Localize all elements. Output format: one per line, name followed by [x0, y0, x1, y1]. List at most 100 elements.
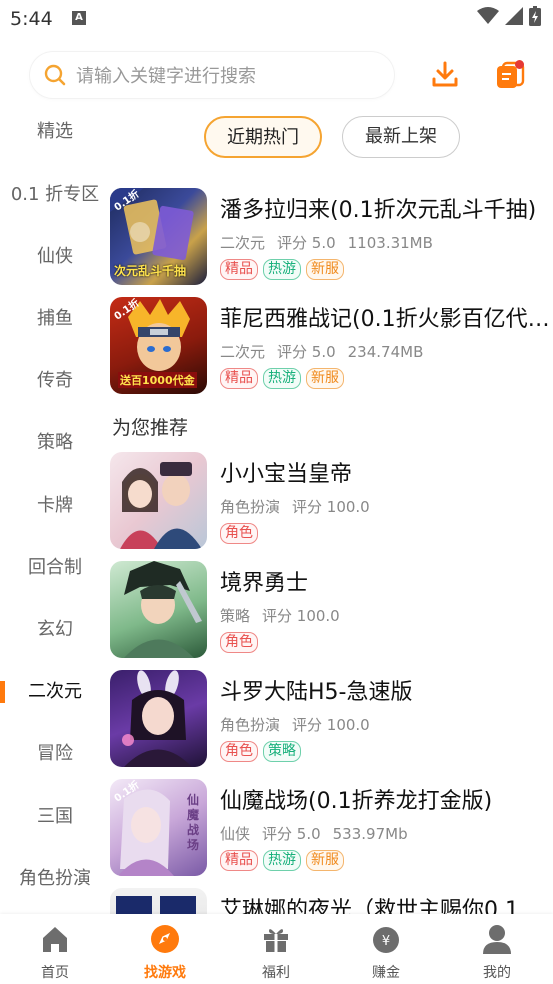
tag-badge: 精品	[220, 850, 258, 871]
game-meta: 仙侠 评分 5.0 533.97Mb	[220, 823, 420, 844]
game-size: 1103.31MB	[347, 234, 433, 252]
system-icons	[477, 6, 541, 26]
tag-badge: 热游	[263, 259, 301, 280]
bottom-nav-find-games[interactable]: 找游戏	[110, 914, 220, 984]
game-size: 234.74MB	[347, 343, 424, 361]
game-item[interactable]: 艾琳娜的夜光（救世主赐你0.1折）	[110, 888, 550, 914]
game-title: 潘多拉归来(0.1折次元乱斗千抽)	[220, 198, 537, 223]
left-nav-item[interactable]: 精选	[0, 112, 110, 152]
wifi-icon	[477, 7, 499, 24]
search-icon	[44, 64, 66, 86]
thumbnail-caption: 次元乱斗千抽	[114, 264, 187, 278]
search-input[interactable]: 请输入关键字进行搜索	[30, 52, 394, 98]
game-thumbnail	[110, 452, 207, 549]
tag-badge: 角色	[220, 741, 258, 762]
left-nav-item[interactable]: 卡牌	[0, 486, 110, 526]
bottom-nav-welfare[interactable]: 福利	[221, 914, 331, 984]
game-thumbnail: 0.1折 送百1000代金	[110, 297, 207, 394]
character-art-icon	[120, 462, 202, 549]
notification-icon: A	[72, 11, 86, 25]
section-title-recommend: 为您推荐	[112, 417, 189, 439]
game-category: 二次元	[220, 234, 266, 252]
gift-icon	[264, 929, 288, 952]
game-item[interactable]: 0.1折 仙魔战场 仙魔战场(0.1折养龙打金版) 仙侠 评分 5.0 533.97…	[110, 779, 550, 879]
game-item[interactable]: 小小宝当皇帝 角色扮演 评分 100.0 角色	[110, 452, 550, 552]
title-art-icon	[116, 896, 196, 914]
game-tags: 精品 热游 新服	[220, 850, 344, 871]
left-nav-item[interactable]: 回合制	[0, 548, 110, 588]
tag-badge: 策略	[263, 741, 301, 762]
bottom-nav-label: 找游戏	[144, 965, 186, 981]
user-icon	[483, 925, 511, 954]
tag-badge: 热游	[263, 368, 301, 389]
home-icon	[43, 927, 67, 952]
bottom-nav-label: 我的	[483, 965, 511, 981]
game-meta: 角色扮演 评分 100.0	[220, 496, 382, 517]
game-item[interactable]: 境界勇士 策略 评分 100.0 角色	[110, 561, 550, 661]
battery-icon	[529, 6, 541, 26]
game-item[interactable]: 0.1折 次元乱斗千抽 潘多拉归来(0.1折次元乱斗千抽) 二次元 评分 5.0 1…	[110, 188, 550, 288]
thumbnail-caption: 送百1000代金	[118, 372, 197, 388]
game-category: 角色扮演	[220, 716, 281, 734]
game-thumbnail: 0.1折 仙魔战场	[110, 779, 207, 876]
tab-new-release[interactable]: 最新上架	[342, 116, 460, 158]
game-title: 境界勇士	[220, 571, 309, 596]
game-thumbnail: 0.1折 次元乱斗千抽	[110, 188, 207, 285]
game-meta: 二次元 评分 5.0 234.74MB	[220, 341, 435, 362]
bottom-nav: 首页 找游戏 福利 ¥ 赚金 我的	[0, 914, 553, 984]
coin-bag-icon: ¥	[373, 927, 399, 953]
left-nav-item[interactable]: 传奇	[0, 361, 110, 401]
left-nav-item[interactable]: 捕鱼	[0, 299, 110, 339]
search-placeholder: 请输入关键字进行搜索	[76, 66, 256, 87]
game-meta: 角色扮演 评分 100.0	[220, 714, 382, 735]
tag-badge: 精品	[220, 259, 258, 280]
tag-badge: 热游	[263, 850, 301, 871]
game-tags: 精品 热游 新服	[220, 368, 344, 389]
bottom-nav-earn[interactable]: ¥ 赚金	[331, 914, 441, 984]
game-category: 角色扮演	[220, 498, 281, 516]
game-score: 评分 5.0	[262, 825, 321, 843]
bottom-nav-home[interactable]: 首页	[0, 914, 110, 984]
game-item[interactable]: 斗罗大陆H5-急速版 角色扮演 评分 100.0 角色 策略	[110, 670, 550, 770]
left-nav-item[interactable]: 角色扮演	[0, 859, 110, 899]
game-meta: 策略 评分 100.0	[220, 605, 352, 626]
tag-badge: 新服	[306, 368, 344, 389]
game-category: 二次元	[220, 343, 266, 361]
game-title: 艾琳娜的夜光（救世主赐你0.1折）	[220, 898, 550, 914]
left-nav-item[interactable]: 0.1 折专区	[0, 175, 110, 215]
game-score: 评分 100.0	[262, 607, 340, 625]
status-time: 5:44	[10, 8, 53, 30]
game-title: 菲尼西雅战记(0.1折火影百亿代金)	[220, 307, 550, 332]
left-nav-item[interactable]: 策略	[0, 423, 110, 463]
game-tags: 精品 热游 新服	[220, 259, 344, 280]
left-nav-item-active[interactable]: 二次元	[0, 672, 110, 712]
compass-icon	[151, 925, 179, 953]
game-tags: 角色	[220, 523, 258, 544]
bottom-nav-label: 赚金	[372, 965, 400, 981]
character-art-icon	[122, 670, 192, 767]
status-bar: 5:44 A	[0, 0, 553, 38]
game-thumbnail	[110, 888, 207, 914]
game-score: 评分 5.0	[277, 234, 336, 252]
game-score: 评分 100.0	[292, 716, 370, 734]
game-category: 策略	[220, 607, 251, 625]
game-title: 斗罗大陆H5-急速版	[220, 680, 413, 705]
thumbnail-caption: 仙魔战场	[187, 793, 200, 852]
game-item[interactable]: 0.1折 送百1000代金 菲尼西雅战记(0.1折火影百亿代金) 二次元 评分 5…	[110, 297, 550, 397]
signal-icon	[505, 7, 523, 25]
tag-badge: 角色	[220, 523, 258, 544]
left-nav-item[interactable]: 三国	[0, 797, 110, 837]
left-nav-item[interactable]: 仙侠	[0, 237, 110, 277]
tab-recent-hot[interactable]: 近期热门	[204, 116, 322, 158]
game-category: 仙侠	[220, 825, 251, 843]
bottom-nav-profile[interactable]: 我的	[442, 914, 552, 984]
svg-text:¥: ¥	[382, 934, 390, 949]
download-icon[interactable]	[430, 60, 460, 90]
tag-badge: 角色	[220, 632, 258, 653]
tag-badge: 精品	[220, 368, 258, 389]
left-nav-item[interactable]: 冒险	[0, 734, 110, 774]
tag-badge: 新服	[306, 259, 344, 280]
bottom-nav-label: 福利	[262, 965, 290, 981]
character-art-icon	[124, 561, 202, 658]
left-nav-item[interactable]: 玄幻	[0, 610, 110, 650]
